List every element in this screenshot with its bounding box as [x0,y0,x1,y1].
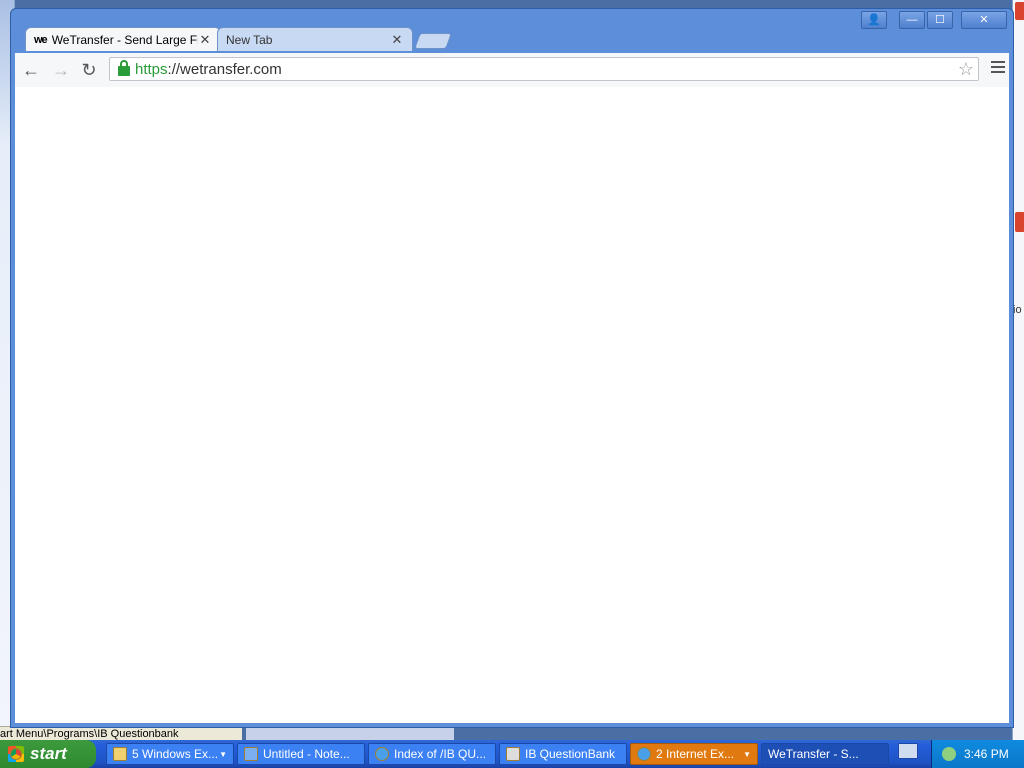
network-icon[interactable] [942,747,956,761]
taskbar-item-notepad[interactable]: Untitled - Note... [237,743,365,765]
forward-arrow-icon[interactable]: → [49,59,73,81]
notepad-icon [244,747,258,761]
tab-close-icon[interactable]: ✕ [198,32,212,48]
taskbar-item-internet-explorer[interactable]: 2 Internet Ex... ▼ [630,743,758,765]
taskbar-item-ib-questionbank[interactable]: IB QuestionBank [499,743,627,765]
chevron-down-icon: ▼ [743,749,751,759]
tab-strip: we WeTransfer - Send Large Files ✕ New T… [11,27,1013,53]
address-url[interactable]: https://wetransfer.com [135,61,282,78]
tab-close-icon[interactable]: ✕ [390,32,404,48]
chevron-down-icon: ▼ [219,749,227,759]
taskbar-item-label: 5 Windows Ex... [132,747,219,761]
lock-icon [118,60,130,76]
tab-wetransfer[interactable]: we WeTransfer - Send Large Files ✕ [25,27,221,51]
taskbar-item-windows-explorer[interactable]: 5 Windows Ex... ▼ [106,743,234,765]
address-bar[interactable]: https://wetransfer.com ☆ [109,57,979,81]
reload-icon[interactable]: ↻ [77,59,101,81]
keyboard-icon[interactable] [898,743,918,759]
wetransfer-favicon-icon: we [34,33,48,46]
url-scheme: https [135,60,168,78]
folder-icon [113,747,127,761]
chrome-window: 👤 — ☐ ✕ we WeTransfer - Send Large Files… [10,8,1014,728]
taskbar-item-label: Index of /IB QU... [394,747,487,761]
tab-title: WeTransfer - Send Large Files [51,32,198,47]
url-separator: :// [167,60,181,78]
url-host: wetransfer.com [180,60,282,78]
taskbar-item-label: 2 Internet Ex... [656,747,735,761]
questionbank-icon [506,747,520,761]
taskbar-items: 5 Windows Ex... ▼ Untitled - Note... Ind… [10,743,918,765]
new-tab-button[interactable] [414,33,452,49]
ie-icon [375,747,389,761]
start-label: start [30,744,67,763]
background-status-panel [246,726,454,741]
taskbar-item-index[interactable]: Index of /IB QU... [368,743,496,765]
taskbar: start 5 Windows Ex... ▼ Untitled - Note.… [0,740,1024,768]
taskbar-item-label: WeTransfer - S... [768,747,859,761]
back-arrow-icon[interactable]: ← [19,59,43,81]
chrome-menu-icon[interactable] [991,61,1005,76]
taskbar-item-wetransfer[interactable]: WeTransfer - S... [10,743,889,765]
browser-toolbar: ← → ↻ https://wetransfer.com ☆ [15,53,1009,88]
tab-new-tab[interactable]: New Tab ✕ [217,27,413,51]
background-text: io [1013,304,1022,316]
background-status-bar: art Menu\Programs\IB Questionbank [0,726,242,741]
clock: 3:46 PM [964,747,1009,761]
taskbar-item-label: Untitled - Note... [263,747,350,761]
background-close-icon-2[interactable] [1015,212,1024,232]
bookmark-star-icon[interactable]: ☆ [958,59,974,80]
taskbar-item-label: IB QuestionBank [525,747,616,761]
system-tray: 3:46 PM [931,740,1024,768]
tab-title: New Tab [226,32,273,47]
page-viewport[interactable] [15,87,1009,723]
ie-icon [637,747,651,761]
background-close-icon[interactable] [1015,2,1024,20]
